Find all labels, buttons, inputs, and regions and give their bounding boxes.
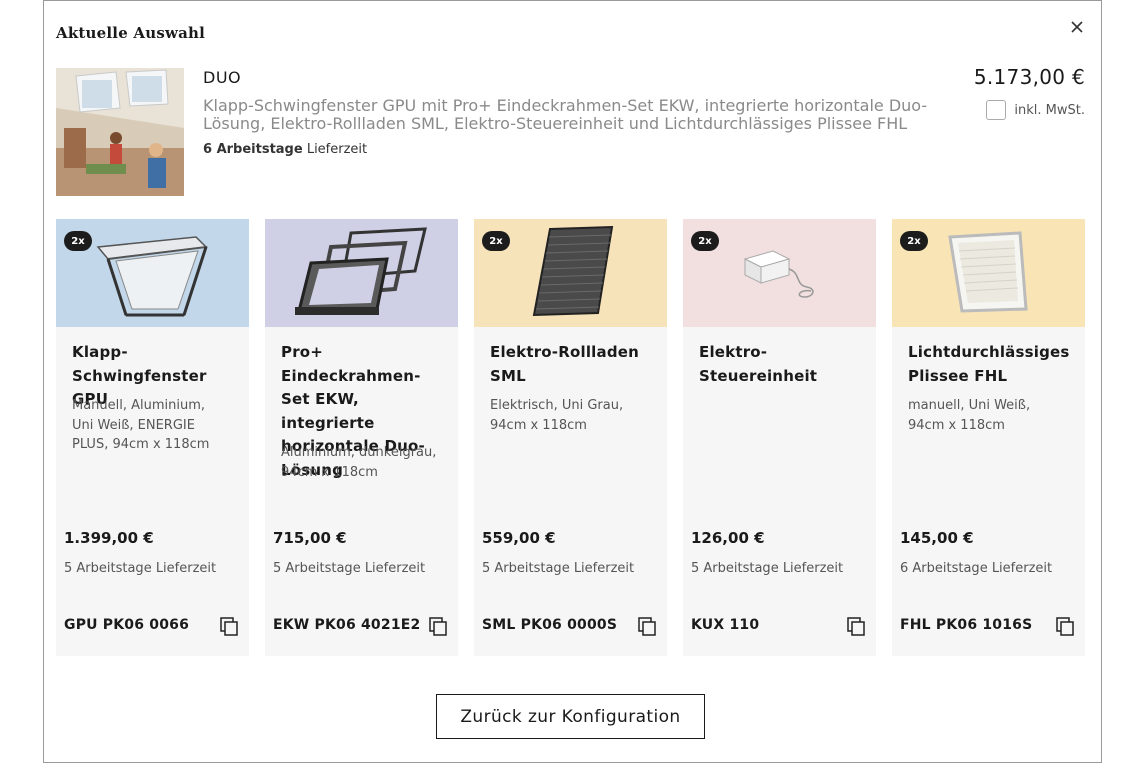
quantity-badge: 2x xyxy=(64,231,92,251)
product-code: EKW PK06 4021E2 xyxy=(273,617,421,633)
product-card-gpu: 2x Klapp- Schwingfenster GPU Manuell, Al… xyxy=(56,219,249,656)
product-card-ekw: Pro+ Eindeckrahmen- Set EKW, integrierte… xyxy=(265,219,458,656)
selection-modal: Aktuelle Auswahl DUO Klapp-Schwingfenste… xyxy=(43,0,1102,763)
quantity-badge: 2x xyxy=(691,231,719,251)
product-card-kux: 2x Elektro- Steuereinheit 126,00 € 5 Arb… xyxy=(683,219,876,656)
copy-icon[interactable] xyxy=(1056,617,1075,637)
product-delivery: 6 Arbeitstage Lieferzeit xyxy=(900,561,1053,576)
product-delivery: 5 Arbeitstage Lieferzeit xyxy=(691,561,844,576)
product-delivery: 5 Arbeitstage Lieferzeit xyxy=(482,561,635,576)
close-button[interactable] xyxy=(1067,17,1087,37)
back-to-configuration-button[interactable]: Zurück zur Konfiguration xyxy=(436,694,705,739)
copy-icon[interactable] xyxy=(847,617,866,637)
product-image: 2x xyxy=(56,219,249,327)
product-delivery: 5 Arbeitstage Lieferzeit xyxy=(273,561,426,576)
product-title: Elektro- Steuereinheit xyxy=(699,343,818,385)
product-card-fhl: 2x Lichtdurchlässiges Plissee FHL manuel… xyxy=(892,219,1085,656)
configuration-delivery: 6 Arbeitstage Lieferzeit xyxy=(203,142,367,157)
product-code: FHL PK06 1016S xyxy=(900,617,1033,633)
product-spec: Elektrisch, Uni Grau, 94cm x 118cm xyxy=(490,398,624,433)
product-image: 2x xyxy=(683,219,876,327)
copy-icon[interactable] xyxy=(429,617,448,637)
product-code: GPU PK06 0066 xyxy=(64,617,190,633)
product-card-sml: 2x Elektro-Rollladen SML Elektrisch, Uni… xyxy=(474,219,667,656)
product-spec: Manuell, Aluminium, Uni Weiß, ENERGIE PL… xyxy=(72,398,210,452)
copy-icon[interactable] xyxy=(638,617,657,637)
product-title: Lichtdurchlässiges Plissee FHL xyxy=(908,343,1070,385)
configuration-description: Klapp-Schwingfenster GPU mit Pro+ Eindec… xyxy=(203,96,928,133)
product-image xyxy=(265,219,458,327)
product-price: 559,00 € xyxy=(482,529,556,547)
product-price: 715,00 € xyxy=(273,529,347,547)
delivery-suffix: Lieferzeit xyxy=(302,142,368,157)
configuration-name: DUO xyxy=(203,68,242,87)
modal-title: Aktuelle Auswahl xyxy=(56,24,205,42)
product-spec: manuell, Uni Weiß, 94cm x 118cm xyxy=(908,398,1031,433)
product-code: KUX 110 xyxy=(691,617,760,633)
product-price: 1.399,00 € xyxy=(64,529,154,547)
vat-label: inkl. MwSt. xyxy=(1014,102,1085,118)
product-code: SML PK06 0000S xyxy=(482,617,618,633)
product-delivery: 5 Arbeitstage Lieferzeit xyxy=(64,561,217,576)
flashing-frame-icon xyxy=(265,219,458,327)
product-cards: 2x Klapp- Schwingfenster GPU Manuell, Al… xyxy=(56,219,1085,656)
product-spec: Aluminium, dunkelgrau, 94cm x 118cm xyxy=(281,445,437,480)
copy-icon[interactable] xyxy=(220,617,239,637)
product-image: 2x xyxy=(892,219,1085,327)
quantity-badge: 2x xyxy=(482,231,510,251)
total-price: 5.173,00 € xyxy=(973,65,1085,89)
vat-toggle[interactable]: inkl. MwSt. xyxy=(986,100,1085,120)
product-price: 126,00 € xyxy=(691,529,765,547)
close-icon xyxy=(1071,21,1083,33)
delivery-days: 6 Arbeitstage xyxy=(203,142,303,157)
configuration-photo xyxy=(56,68,184,196)
product-title: Elektro-Rollladen SML xyxy=(490,343,640,385)
product-price: 145,00 € xyxy=(900,529,974,547)
product-image: 2x xyxy=(474,219,667,327)
quantity-badge: 2x xyxy=(900,231,928,251)
vat-checkbox[interactable] xyxy=(986,100,1007,120)
